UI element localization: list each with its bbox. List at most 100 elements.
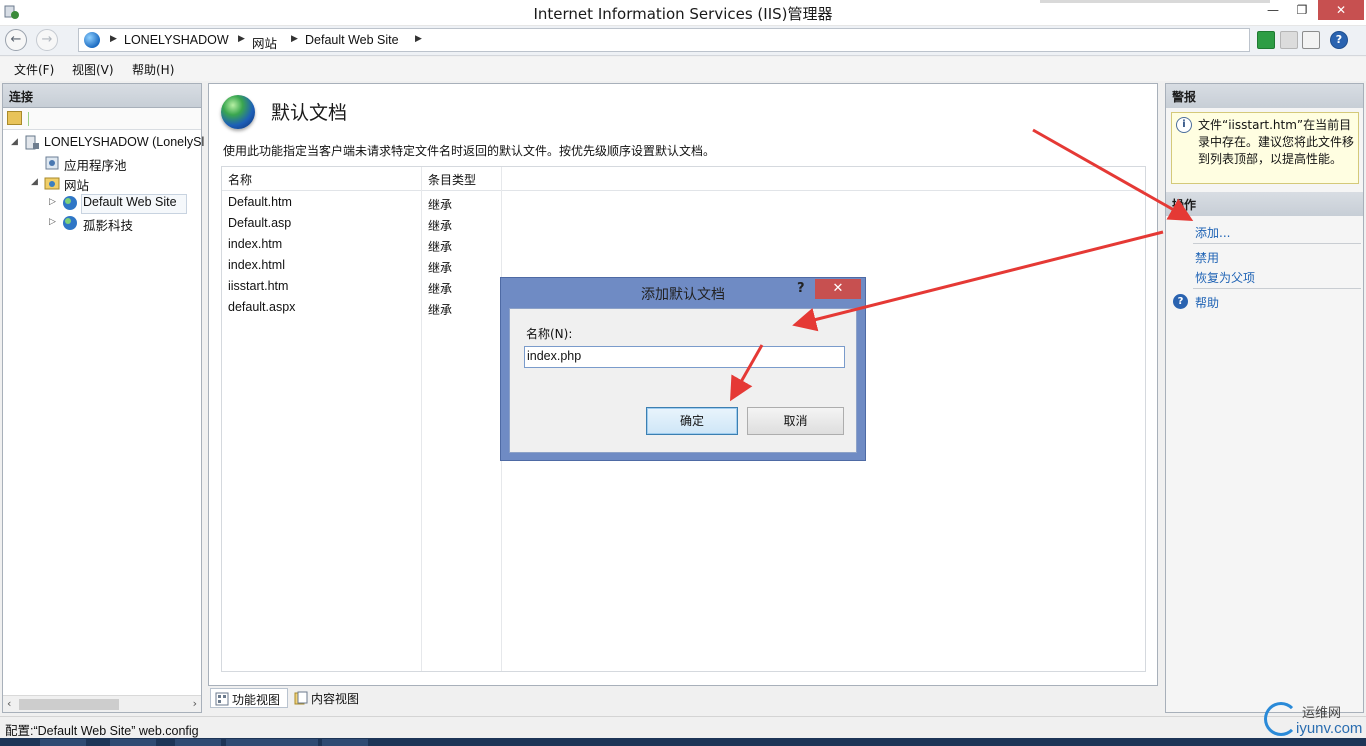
connections-header: 连接: [3, 84, 201, 108]
table-row-name[interactable]: Default.asp: [228, 216, 291, 230]
breadcrumb-server[interactable]: LONELYSHADOW: [124, 33, 229, 47]
cancel-button[interactable]: 取消: [747, 407, 844, 435]
expand-icon[interactable]: ◢: [31, 177, 38, 187]
taskbar-item[interactable]: [175, 739, 221, 746]
home-icon[interactable]: [1302, 31, 1320, 49]
website-globe-icon: [63, 216, 77, 230]
toolbar-divider: [28, 112, 29, 126]
taskbar-item[interactable]: [272, 739, 318, 746]
tab-features-label: 功能视图: [232, 693, 281, 707]
table-row-type: 继承: [428, 261, 453, 275]
address-bar: ← → ▶ LONELYSHADOW ▶ 网站 ▶ Default Web Si…: [0, 26, 1366, 56]
collapse-icon[interactable]: ▷: [49, 197, 56, 207]
title-shadow: [1040, 0, 1270, 3]
scroll-right-icon[interactable]: ›: [193, 697, 197, 710]
server-icon: [25, 135, 39, 150]
name-field[interactable]: index.php: [524, 346, 845, 368]
help-icon[interactable]: ?: [1330, 31, 1348, 49]
window-title: Internet Information Services (IIS)管理器: [533, 5, 833, 23]
menu-help[interactable]: 帮助(H): [132, 61, 174, 78]
chevron-right-icon: ▶: [238, 34, 245, 44]
table-row-type: 继承: [428, 240, 453, 254]
table-row-type: 继承: [428, 198, 453, 212]
chevron-right-icon: ▶: [415, 34, 422, 44]
watermark-cn: 运维网: [1302, 706, 1342, 721]
taskbar-item[interactable]: [40, 739, 86, 746]
tree-item-other-site[interactable]: ▷ 孤影科技: [3, 213, 201, 233]
refresh-icon[interactable]: [1257, 31, 1275, 49]
forward-button[interactable]: →: [36, 29, 58, 51]
horizontal-scrollbar[interactable]: ‹ ›: [3, 695, 201, 712]
column-divider: [421, 167, 422, 671]
tree-item-default-web-site[interactable]: ▷ Default Web Site: [3, 193, 201, 213]
breadcrumb-sites[interactable]: 网站: [252, 33, 277, 52]
column-header-empty: [502, 167, 1145, 191]
action-help[interactable]: 帮助: [1195, 294, 1219, 311]
tree-item-server[interactable]: ◢ LONELYSHADOW (LonelySl: [3, 133, 204, 153]
scrollbar-thumb[interactable]: [19, 699, 119, 710]
taskbar-item[interactable]: [322, 739, 368, 746]
tree-item-app-pools[interactable]: 应用程序池: [3, 153, 201, 173]
taskbar: [0, 738, 1366, 746]
breadcrumb-site[interactable]: Default Web Site: [305, 33, 399, 47]
table-row-type: 继承: [428, 219, 453, 233]
action-divider: [1193, 243, 1361, 244]
tree-label-default-web-site: Default Web Site: [83, 195, 177, 209]
dialog-help-button[interactable]: ?: [797, 281, 805, 296]
add-default-document-dialog: 添加默认文档 ? ✕ 名称(N): index.php 确定 取消: [500, 277, 866, 461]
action-divider: [1193, 288, 1361, 289]
dialog-title: 添加默认文档: [641, 287, 725, 303]
tree-item-sites[interactable]: ◢ 网站: [3, 173, 201, 193]
table-row-name[interactable]: index.html: [228, 258, 285, 272]
taskbar-item[interactable]: [226, 739, 272, 746]
collapse-icon[interactable]: ▷: [49, 217, 56, 227]
tree-label-app-pools: 应用程序池: [64, 159, 127, 173]
title-bar: Internet Information Services (IIS)管理器 —…: [0, 0, 1366, 26]
chevron-right-icon: ▶: [291, 34, 298, 44]
connections-toolbar: [3, 108, 201, 130]
taskbar-item[interactable]: [110, 739, 156, 746]
watermark-logo: 运维网 iyunv.com: [1262, 700, 1364, 740]
dialog-close-button[interactable]: ✕: [815, 279, 861, 299]
stop-icon[interactable]: [1280, 31, 1298, 49]
alerts-header: 警报: [1166, 84, 1363, 108]
tab-content-view[interactable]: 内容视图: [290, 688, 370, 708]
table-row-type: 继承: [428, 282, 453, 296]
sites-folder-icon: [44, 177, 60, 190]
action-revert-to-parent[interactable]: 恢复为父项: [1195, 269, 1255, 286]
actions-header: 操作: [1166, 192, 1363, 216]
maximize-button[interactable]: ❐: [1288, 0, 1316, 20]
action-disable[interactable]: 禁用: [1195, 249, 1219, 266]
menu-bar: 文件(F) 视图(V) 帮助(H): [0, 57, 1366, 81]
content-view-icon: [294, 691, 308, 705]
help-icon[interactable]: ?: [1173, 294, 1188, 309]
tree-label-other-site: 孤影科技: [83, 219, 134, 233]
column-header-name[interactable]: 名称: [222, 167, 421, 191]
table-row-name[interactable]: index.htm: [228, 237, 282, 251]
menu-file[interactable]: 文件(F): [14, 61, 54, 78]
expand-icon[interactable]: ◢: [11, 137, 18, 147]
alert-text: 文件“iisstart.htm”在当前目录中存在。建议您将此文件移到列表顶部，以…: [1198, 118, 1355, 166]
menu-view[interactable]: 视图(V): [72, 61, 114, 78]
column-header-type[interactable]: 条目类型: [422, 167, 501, 191]
minimize-button[interactable]: —: [1260, 0, 1286, 20]
status-bar: 配置:“Default Web Site” web.config: [0, 716, 1366, 738]
table-row-name[interactable]: Default.htm: [228, 195, 292, 209]
connect-icon[interactable]: [7, 111, 22, 125]
close-button[interactable]: ✕: [1318, 0, 1364, 20]
app-pool-icon: [45, 156, 59, 170]
scroll-left-icon[interactable]: ‹: [7, 697, 11, 710]
chevron-right-icon: ▶: [110, 34, 117, 44]
breadcrumb[interactable]: ▶ LONELYSHADOW ▶ 网站 ▶ Default Web Site ▶: [78, 28, 1250, 52]
table-row-name[interactable]: default.aspx: [228, 300, 295, 314]
watermark-en: iyunv.com: [1296, 720, 1363, 737]
ok-button[interactable]: 确定: [646, 407, 738, 435]
alert-message: i 文件“iisstart.htm”在当前目录中存在。建议您将此文件移到列表顶部…: [1171, 112, 1359, 184]
tab-content-label: 内容视图: [311, 692, 360, 706]
back-button[interactable]: ←: [5, 29, 27, 51]
features-view-icon: [215, 692, 229, 706]
action-add[interactable]: 添加...: [1195, 224, 1230, 241]
actions-pane: 警报 i 文件“iisstart.htm”在当前目录中存在。建议您将此文件移到列…: [1165, 83, 1364, 713]
tab-features-view[interactable]: 功能视图: [210, 688, 288, 708]
table-row-name[interactable]: iisstart.htm: [228, 279, 288, 293]
